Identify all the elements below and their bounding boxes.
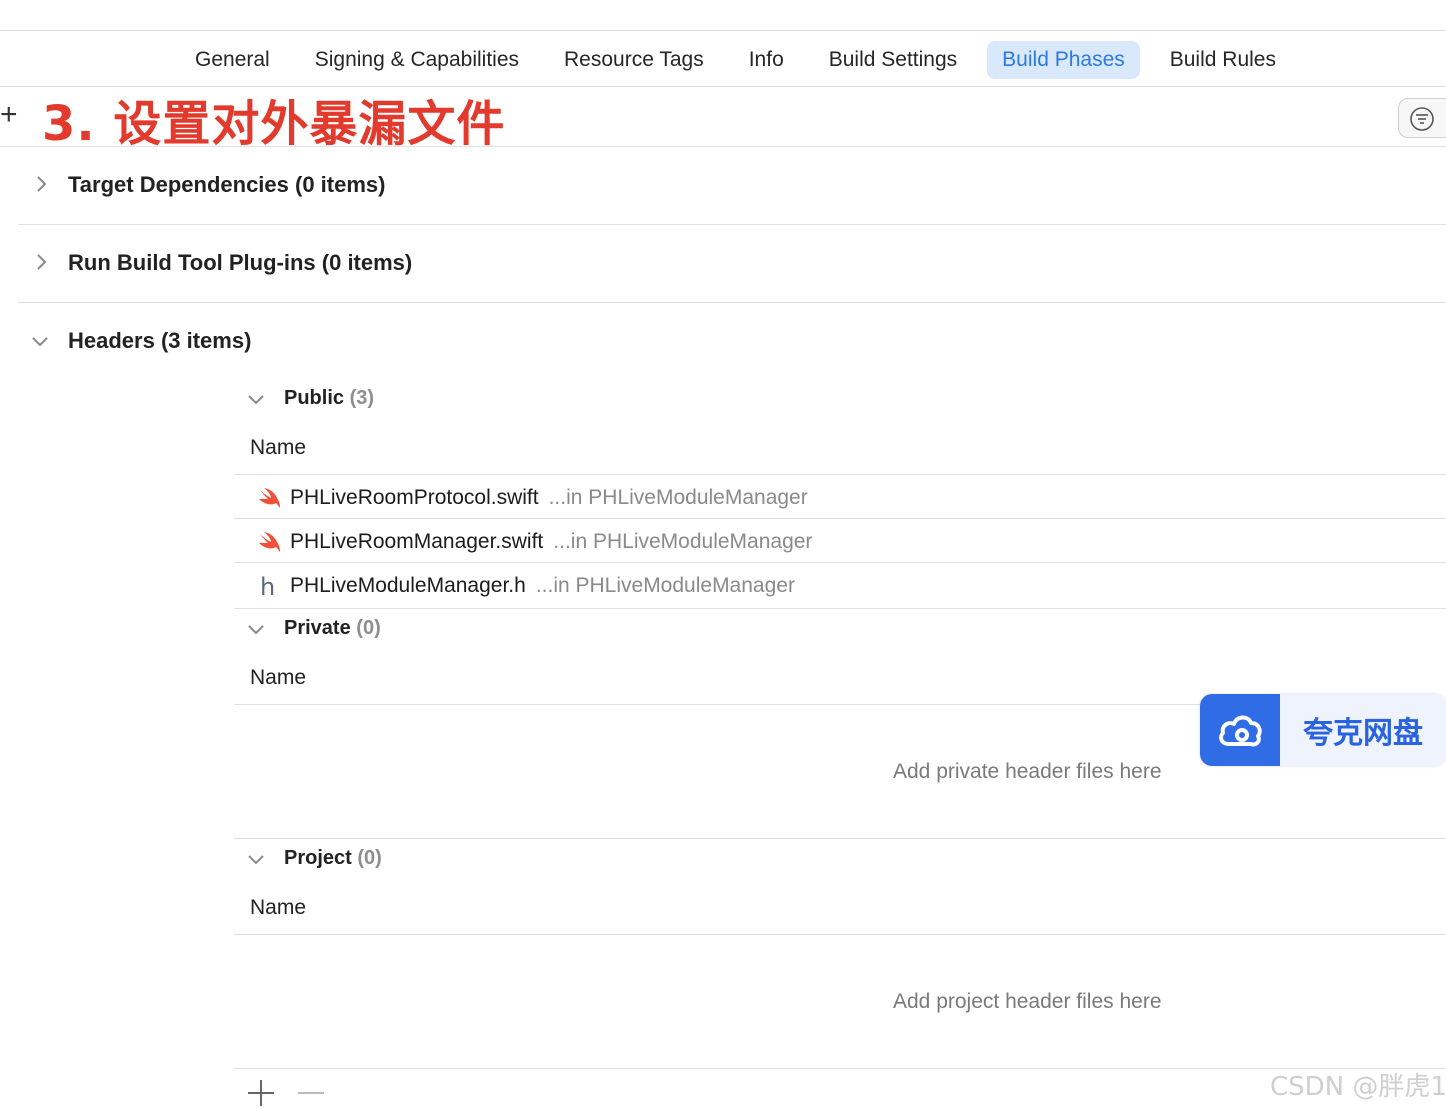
chevron-down-icon[interactable] bbox=[246, 852, 266, 868]
tab-general[interactable]: General bbox=[180, 41, 285, 79]
chevron-down-icon[interactable] bbox=[246, 392, 266, 408]
project-empty-placeholder: Add project header files here bbox=[893, 990, 1162, 1013]
file-name: PHLiveRoomManager.swift bbox=[290, 530, 544, 553]
table-divider bbox=[234, 838, 1446, 839]
public-name-column-header[interactable]: Name bbox=[250, 436, 306, 460]
tab-build-phases[interactable]: Build Phases bbox=[987, 41, 1140, 79]
watermark: CSDN @胖虎1 bbox=[1270, 1072, 1446, 1102]
public-title: Public bbox=[284, 387, 345, 409]
chevron-right-icon[interactable] bbox=[34, 252, 50, 272]
row-divider bbox=[234, 562, 1446, 563]
table-row[interactable]: PHLiveRoomProtocol.swift ...in PHLiveMod… bbox=[256, 480, 808, 516]
remove-icon[interactable] bbox=[296, 1076, 326, 1108]
phases-top-divider bbox=[0, 146, 1446, 147]
section-divider bbox=[18, 224, 1446, 225]
table-row[interactable]: PHLiveRoomManager.swift ...in PHLiveModu… bbox=[256, 524, 812, 560]
tab-build-settings[interactable]: Build Settings bbox=[814, 41, 972, 79]
header-file-icon: h bbox=[260, 573, 275, 599]
chevron-down-icon[interactable] bbox=[246, 622, 266, 638]
tab-info[interactable]: Info bbox=[734, 41, 799, 79]
chevron-right-icon[interactable] bbox=[34, 174, 50, 194]
public-group-header[interactable]: Public (3) bbox=[284, 387, 374, 410]
add-icon[interactable] bbox=[246, 1076, 276, 1108]
file-name: PHLiveModuleManager.h bbox=[290, 574, 526, 597]
svg-text:h: h bbox=[260, 573, 275, 599]
tab-build-rules[interactable]: Build Rules bbox=[1155, 41, 1291, 79]
cloud-icon bbox=[1200, 694, 1280, 766]
file-location: ...in PHLiveModuleManager bbox=[548, 486, 808, 509]
file-location: ...in PHLiveModuleManager bbox=[553, 530, 813, 553]
editor-tab-bar: General Signing & Capabilities Resource … bbox=[180, 40, 1306, 80]
file-location: ...in PHLiveModuleManager bbox=[535, 574, 795, 597]
filter-icon bbox=[1410, 107, 1434, 131]
chevron-down-icon[interactable] bbox=[30, 334, 50, 350]
table-divider bbox=[234, 934, 1446, 935]
add-build-phase-button[interactable]: + bbox=[0, 100, 18, 130]
top-divider bbox=[0, 30, 1446, 31]
tab-resource-tags[interactable]: Resource Tags bbox=[549, 41, 719, 79]
private-empty-placeholder: Add private header files here bbox=[893, 760, 1162, 783]
section-run-build-tool-plugins[interactable]: Run Build Tool Plug-ins (0 items) bbox=[68, 250, 412, 276]
project-count: (0) bbox=[357, 847, 382, 869]
row-divider bbox=[234, 518, 1446, 519]
project-name-column-header[interactable]: Name bbox=[250, 896, 306, 920]
project-title: Project bbox=[284, 847, 352, 869]
public-count: (3) bbox=[349, 387, 375, 409]
section-headers[interactable]: Headers (3 items) bbox=[68, 328, 251, 354]
annotation-text: 3. 设置对外暴漏文件 bbox=[42, 96, 506, 152]
swift-icon bbox=[259, 488, 280, 508]
quark-drive-widget[interactable]: 夸克网盘 bbox=[1200, 694, 1446, 766]
table-row[interactable]: h PHLiveModuleManager.h ...in PHLiveModu… bbox=[256, 568, 795, 604]
private-title: Private bbox=[284, 617, 351, 639]
section-target-dependencies[interactable]: Target Dependencies (0 items) bbox=[68, 172, 385, 198]
private-count: (0) bbox=[356, 617, 381, 639]
private-group-header[interactable]: Private (0) bbox=[284, 617, 381, 640]
tab-signing-capabilities[interactable]: Signing & Capabilities bbox=[300, 41, 534, 79]
table-divider bbox=[234, 1068, 1446, 1069]
project-group-header[interactable]: Project (0) bbox=[284, 847, 382, 870]
quark-drive-label: 夸克网盘 bbox=[1280, 694, 1446, 766]
section-divider bbox=[18, 302, 1446, 303]
filter-button[interactable] bbox=[1398, 98, 1446, 138]
file-name: PHLiveRoomProtocol.swift bbox=[290, 486, 539, 509]
private-name-column-header[interactable]: Name bbox=[250, 666, 306, 690]
row-divider bbox=[234, 608, 1446, 609]
swift-icon bbox=[259, 532, 280, 552]
table-divider bbox=[234, 474, 1446, 475]
